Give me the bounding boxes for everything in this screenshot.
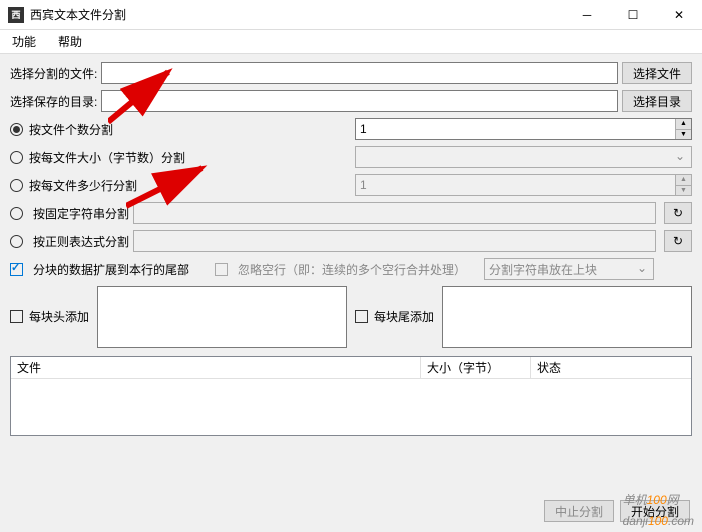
spin-down-icon: ▼ xyxy=(676,186,691,196)
app-icon: 西 xyxy=(8,7,24,23)
radio-by-string[interactable] xyxy=(10,207,23,220)
label-head-add: 每块头添加 xyxy=(29,308,89,325)
menu-func[interactable]: 功能 xyxy=(8,31,40,52)
spin-down-icon[interactable]: ▼ xyxy=(676,130,691,140)
radio-by-size[interactable] xyxy=(10,151,23,164)
result-table: 文件 大小（字节） 状态 xyxy=(10,356,692,436)
select-file-label: 选择分割的文件: xyxy=(10,65,97,82)
size-combo xyxy=(355,146,692,168)
stop-button: 中止分割 xyxy=(544,500,614,522)
label-extend: 分块的数据扩展到本行的尾部 xyxy=(33,261,189,278)
label-by-count: 按文件个数分割 xyxy=(29,121,113,138)
close-button[interactable]: ✕ xyxy=(656,0,702,30)
label-by-lines: 按每文件多少行分割 xyxy=(29,177,137,194)
placement-combo: 分割字符串放在上块 xyxy=(484,258,654,280)
menu-bar: 功能 帮助 xyxy=(0,30,702,54)
file-path-input[interactable] xyxy=(101,62,618,84)
lines-spinner: 1 ▲▼ xyxy=(355,174,692,196)
content-area: 选择分割的文件: 选择文件 选择保存的目录: 选择目录 按文件个数分割 1 ▲▼… xyxy=(0,54,702,444)
radio-by-lines[interactable] xyxy=(10,179,23,192)
label-tail-add: 每块尾添加 xyxy=(374,308,434,325)
tail-text-area[interactable] xyxy=(442,286,692,348)
spin-up-icon[interactable]: ▲ xyxy=(676,119,691,130)
check-head-add[interactable] xyxy=(10,310,23,323)
string-input xyxy=(133,202,656,224)
choose-file-button[interactable]: 选择文件 xyxy=(622,62,692,84)
col-status[interactable]: 状态 xyxy=(531,357,691,378)
col-size[interactable]: 大小（字节） xyxy=(421,357,531,378)
label-by-string: 按固定字符串分割 xyxy=(33,205,129,222)
check-ignore-empty xyxy=(215,263,228,276)
label-by-size: 按每文件大小（字节数）分割 xyxy=(29,149,185,166)
window-title: 西宾文本文件分割 xyxy=(30,6,564,23)
select-dir-label: 选择保存的目录: xyxy=(10,93,97,110)
spin-up-icon: ▲ xyxy=(676,175,691,186)
dir-path-input[interactable] xyxy=(101,90,618,112)
radio-by-regex[interactable] xyxy=(10,235,23,248)
count-spinner[interactable]: 1 ▲▼ xyxy=(355,118,692,140)
start-button[interactable]: 开始分割 xyxy=(620,500,690,522)
history-regex-button[interactable]: ↻ xyxy=(664,230,692,252)
history-icon: ↻ xyxy=(673,206,683,220)
history-string-button[interactable]: ↻ xyxy=(664,202,692,224)
maximize-button[interactable]: ☐ xyxy=(610,0,656,30)
radio-by-count[interactable] xyxy=(10,123,23,136)
col-file[interactable]: 文件 xyxy=(11,357,421,378)
check-tail-add[interactable] xyxy=(355,310,368,323)
history-icon: ↻ xyxy=(673,234,683,248)
title-bar: 西 西宾文本文件分割 ─ ☐ ✕ xyxy=(0,0,702,30)
label-ignore-empty: 忽略空行（即：连续的多个空行合并处理） xyxy=(238,261,466,278)
check-extend[interactable] xyxy=(10,263,23,276)
label-by-regex: 按正则表达式分割 xyxy=(33,233,129,250)
menu-help[interactable]: 帮助 xyxy=(54,31,86,52)
choose-dir-button[interactable]: 选择目录 xyxy=(622,90,692,112)
minimize-button[interactable]: ─ xyxy=(564,0,610,30)
regex-input xyxy=(133,230,656,252)
head-text-area[interactable] xyxy=(97,286,347,348)
